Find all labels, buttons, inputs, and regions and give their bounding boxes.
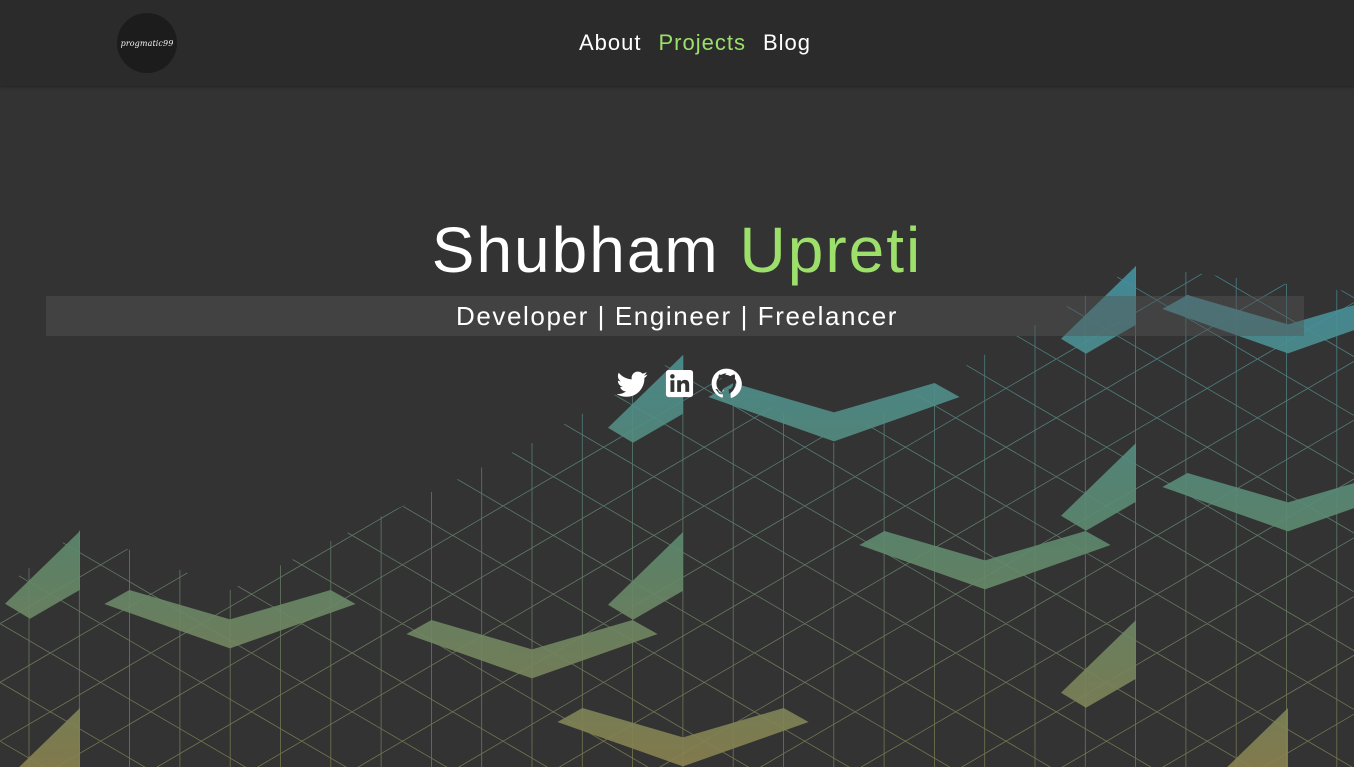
pattern-highlight (608, 532, 683, 620)
pattern-highlight (1061, 443, 1136, 531)
pattern-highlight (1227, 708, 1288, 767)
navbar: progmatic99 About Projects Blog (0, 0, 1354, 86)
tagline: Developer | Engineer | Freelancer (455, 301, 899, 331)
pattern-highlight (1162, 473, 1354, 532)
nav-links: About Projects Blog (0, 28, 1354, 58)
twitter-icon[interactable] (616, 368, 648, 399)
hero-first-name: Shubham (431, 214, 720, 286)
pattern-highlight (19, 708, 80, 767)
hero-title: Shubham Upreti (0, 210, 1354, 290)
github-icon[interactable] (711, 368, 742, 399)
linkedin-icon[interactable] (664, 368, 695, 399)
pattern-highlight (5, 531, 80, 619)
nav-link-blog[interactable]: Blog (763, 28, 811, 58)
pattern-highlight (1061, 620, 1136, 708)
social-links (0, 368, 1354, 399)
nav-link-projects[interactable]: Projects (658, 28, 745, 58)
hero-last-name: Upreti (739, 214, 923, 286)
page: progmatic99 About Projects Blog Shubham … (0, 0, 1354, 767)
nav-link-about[interactable]: About (579, 28, 642, 58)
